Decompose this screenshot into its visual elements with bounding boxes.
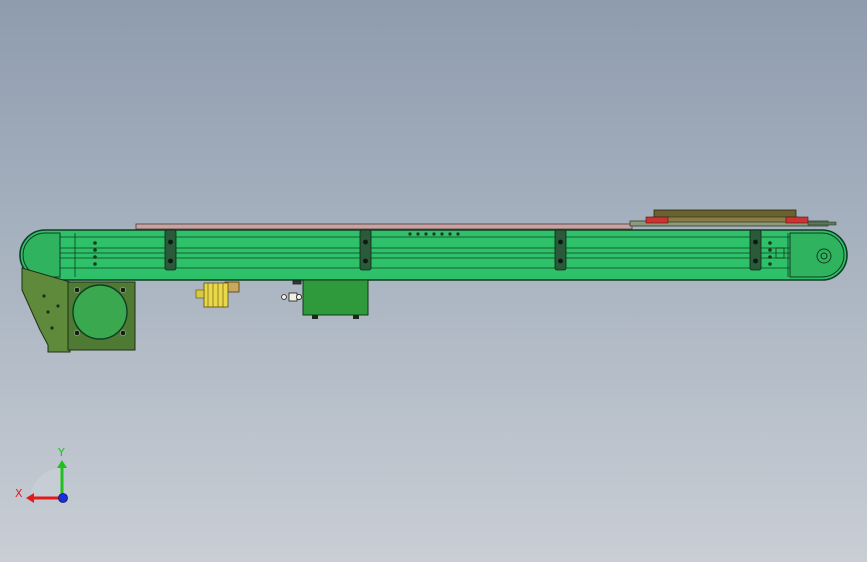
top-fixture-base <box>651 216 799 223</box>
triad-plane-arc <box>30 468 62 500</box>
cable-fitting <box>281 280 302 302</box>
support-bracket-2 <box>359 229 372 271</box>
cad-viewport[interactable]: X Y <box>0 0 867 562</box>
top-fixture-rod <box>807 221 837 226</box>
top-fixture-right-pad <box>785 216 809 224</box>
support-bracket-3 <box>554 229 567 271</box>
triad-y-arrowhead <box>57 460 67 468</box>
top-fixture-left-pad <box>645 216 669 224</box>
conveyor-side-view: X Y <box>15 209 848 503</box>
support-bracket-4 <box>749 229 762 271</box>
conveyor-frame <box>19 229 848 281</box>
support-bracket-1 <box>164 229 177 271</box>
triad-x-arrowhead <box>26 493 34 503</box>
coordinate-triad: X Y <box>15 446 68 503</box>
belt-top-plate <box>135 223 633 230</box>
triad-z-axis-dot <box>58 493 68 503</box>
motor-mount-plate <box>21 267 71 353</box>
photo-sensor <box>195 281 240 308</box>
drive-motor <box>72 284 128 340</box>
control-box <box>302 279 369 319</box>
tail-pulley <box>816 248 832 264</box>
triad-x-label: X <box>15 487 23 500</box>
triad-y-label: Y <box>57 446 65 459</box>
